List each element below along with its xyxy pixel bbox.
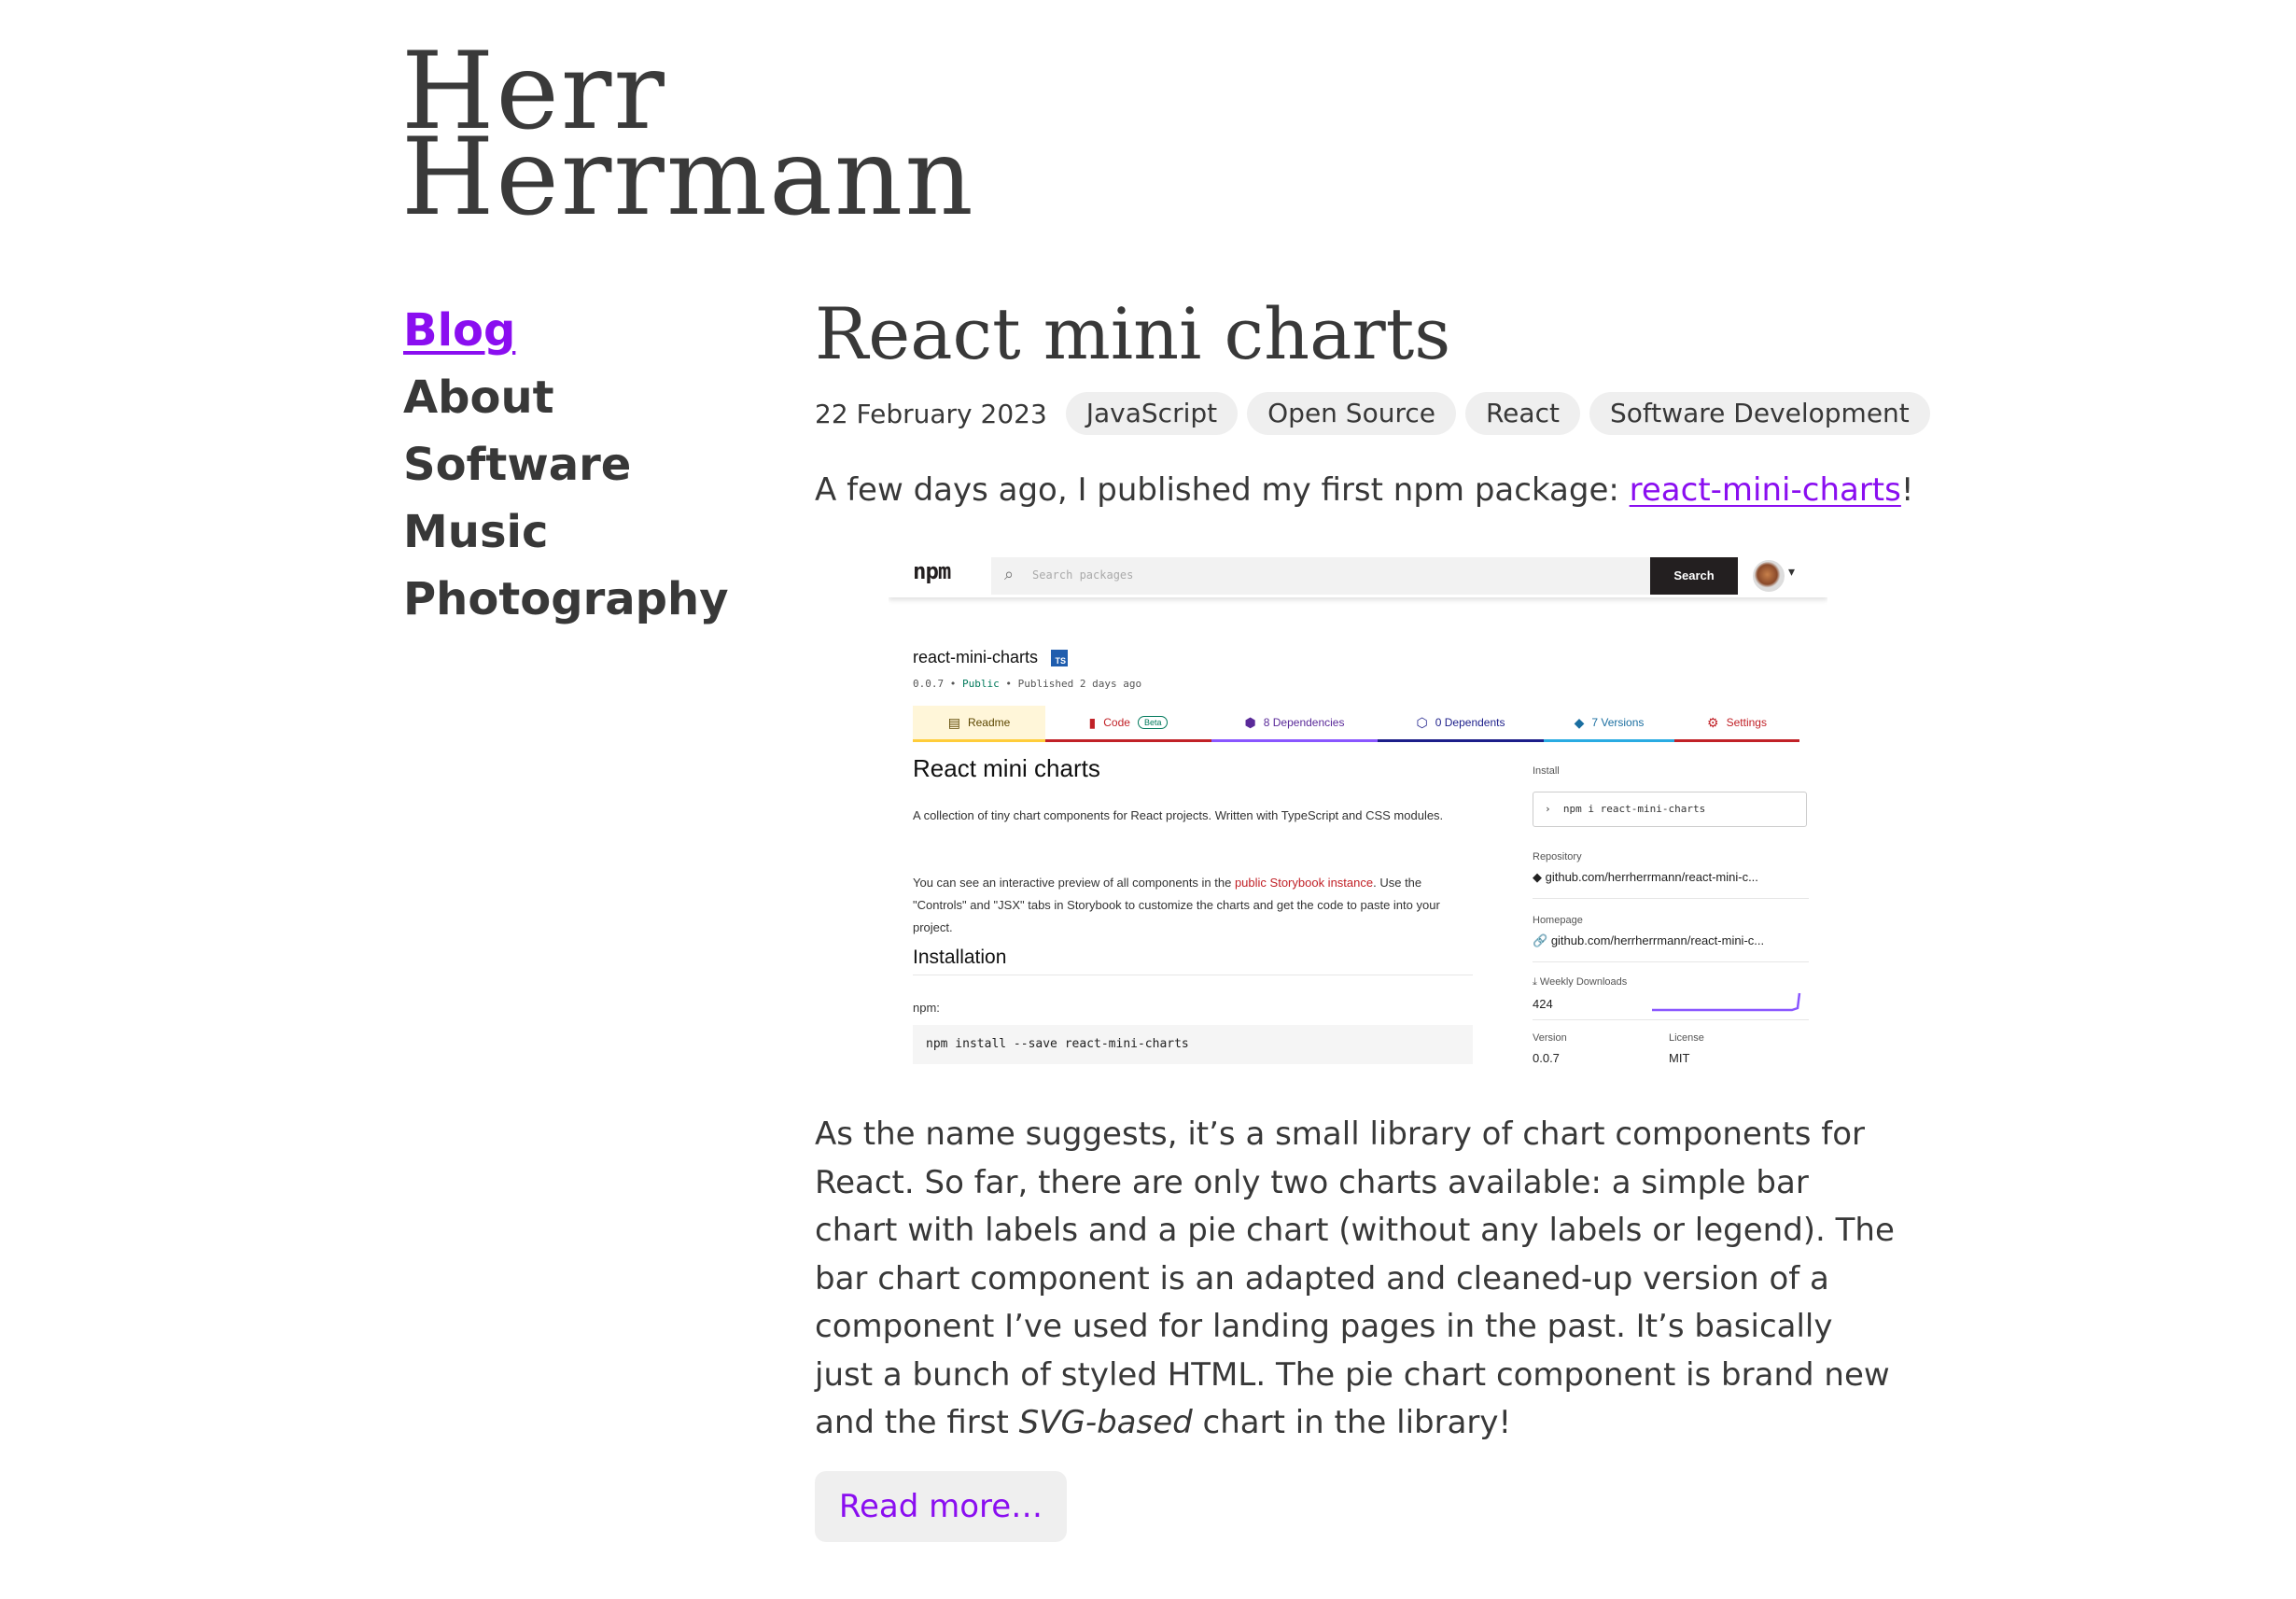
npm-tab-dependencies: ⬢ 8 Dependencies [1211, 706, 1378, 742]
downloads-sparkline [1652, 992, 1801, 1012]
search-icon: ⌕ [1004, 565, 1015, 583]
divider [1533, 961, 1809, 962]
beta-badge: Beta [1137, 716, 1169, 729]
homepage-value: 🔗 github.com/herrherrmann/react-mini-c..… [1533, 933, 1809, 948]
npm-visibility: Public [962, 678, 1000, 690]
post-title[interactable]: React mini charts [815, 288, 1450, 381]
prompt-icon: › [1545, 803, 1563, 815]
tag-open-source[interactable]: Open Source [1247, 392, 1456, 435]
post-intro: A few days ago, I published my first npm… [815, 465, 1914, 515]
read-more-button[interactable]: Read more… [815, 1471, 1067, 1542]
site-title-line2: Herrmann [401, 115, 975, 239]
divider [1533, 898, 1809, 899]
install-command-box: › npm i react-mini-charts [1533, 792, 1807, 827]
document-icon: ▤ [947, 714, 960, 730]
tag-icon: ◆ [1574, 714, 1585, 730]
repository-value: ◆ github.com/herrherrmann/react-mini-c..… [1533, 870, 1809, 885]
npm-tab-label: 8 Dependencies [1263, 716, 1345, 729]
excerpt-text: As the name suggests, it’s a small libra… [815, 1115, 1895, 1441]
npm-version: 0.0.7 [913, 678, 945, 690]
homepage-link: github.com/herrherrmann/react-mini-c... [1550, 933, 1765, 947]
npm-published: Published 2 days ago [1017, 678, 1142, 690]
download-icon: ⤓ [1533, 976, 1540, 988]
npm-search-box: ⌕ Search packages [991, 557, 1650, 595]
avatar [1753, 560, 1785, 592]
nav-about[interactable]: About [403, 364, 729, 431]
license-value: MIT [1669, 1051, 1690, 1065]
storybook-link: public Storybook instance [1234, 876, 1374, 890]
install-command: npm i react-mini-charts [1562, 803, 1706, 815]
npm-package-name: react-mini-charts [913, 648, 1039, 666]
npm-logo: npm [913, 558, 951, 584]
npm-tab-readme: ▤ Readme [913, 706, 1045, 742]
post-meta: 22 February 2023 JavaScript Open Source … [815, 392, 1939, 435]
install-label: Install [1533, 765, 1560, 777]
npm-tab-versions: ◆ 7 Versions [1544, 706, 1674, 742]
intro-text: A few days ago, I published my first npm… [815, 471, 1630, 509]
installation-heading: Installation [913, 947, 1473, 975]
npm-search-button: Search [1650, 557, 1738, 595]
tag-javascript[interactable]: JavaScript [1065, 392, 1239, 435]
license-label: License [1669, 1032, 1704, 1044]
box-icon: ⬢ [1244, 714, 1256, 730]
npm-tab-dependents: ⬡ 0 Dependents [1378, 706, 1544, 742]
tag-software-development[interactable]: Software Development [1589, 392, 1930, 435]
site-title[interactable]: Herr Herrmann [401, 38, 975, 239]
npm-screenshot-image: npm ⌕ Search packages Search ▾ react-min… [889, 545, 1827, 1077]
intro-end: ! [1900, 471, 1914, 509]
post-date: 22 February 2023 [815, 398, 1047, 429]
excerpt-text-end: chart in the library! [1192, 1404, 1512, 1441]
nav-blog[interactable]: Blog [403, 297, 729, 364]
nav-music[interactable]: Music [403, 498, 729, 566]
code-icon: ▮ [1088, 714, 1097, 730]
npm-label: npm: [913, 1001, 940, 1015]
nav-software[interactable]: Software [403, 431, 729, 498]
typescript-icon: TS [1051, 650, 1068, 666]
git-icon: ◆ [1533, 870, 1546, 884]
nav-photography[interactable]: Photography [403, 566, 729, 633]
downloads-label-text: Weekly Downloads [1539, 976, 1628, 988]
divider [1533, 1019, 1809, 1020]
readme-paragraph-2: You can see an interactive preview of al… [913, 872, 1473, 939]
npm-tab-label: 0 Dependents [1435, 716, 1505, 729]
install-code-block: npm install --save react-mini-charts [913, 1025, 1473, 1064]
homepage-label: Homepage [1533, 915, 1583, 926]
npm-package-meta: 0.0.7 • Public • Published 2 days ago [913, 678, 1142, 690]
readme-paragraph-1: A collection of tiny chart components fo… [913, 808, 1444, 822]
npm-tabs: ▤ Readme ▮ Code Beta ⬢ 8 Dependencies ⬡ 0 Dep… [913, 706, 1799, 743]
chevron-down-icon: ▾ [1788, 564, 1796, 579]
excerpt-emphasis: SVG-based [1018, 1404, 1193, 1441]
repository-label: Repository [1533, 851, 1582, 863]
link-icon: 🔗 [1533, 933, 1551, 947]
npm-header: npm ⌕ Search packages Search ▾ [889, 545, 1827, 597]
post-excerpt: As the name suggests, it’s a small libra… [815, 1111, 1897, 1448]
cubes-icon: ⬡ [1416, 714, 1428, 730]
npm-tab-settings: ⚙ Settings [1674, 706, 1799, 742]
gear-icon: ⚙ [1707, 714, 1719, 730]
npm-tab-code: ▮ Code Beta [1045, 706, 1211, 742]
npm-tab-label: Code [1103, 716, 1130, 729]
downloads-label: ⤓ Weekly Downloads [1533, 976, 1809, 989]
tag-react[interactable]: React [1464, 392, 1580, 435]
npm-tab-label: 7 Versions [1591, 716, 1645, 729]
readme-title: React mini charts [913, 754, 1100, 782]
npm-search-placeholder: Search packages [1032, 568, 1134, 582]
readme-text: You can see an interactive preview of al… [913, 876, 1235, 890]
main-nav: Blog About Software Music Photography [403, 297, 729, 633]
npm-tab-label: Settings [1726, 716, 1767, 729]
npm-tab-label: Readme [967, 716, 1011, 729]
repository-link: github.com/herrherrmann/react-mini-c... [1545, 870, 1758, 884]
package-link[interactable]: react-mini-charts [1630, 471, 1901, 509]
